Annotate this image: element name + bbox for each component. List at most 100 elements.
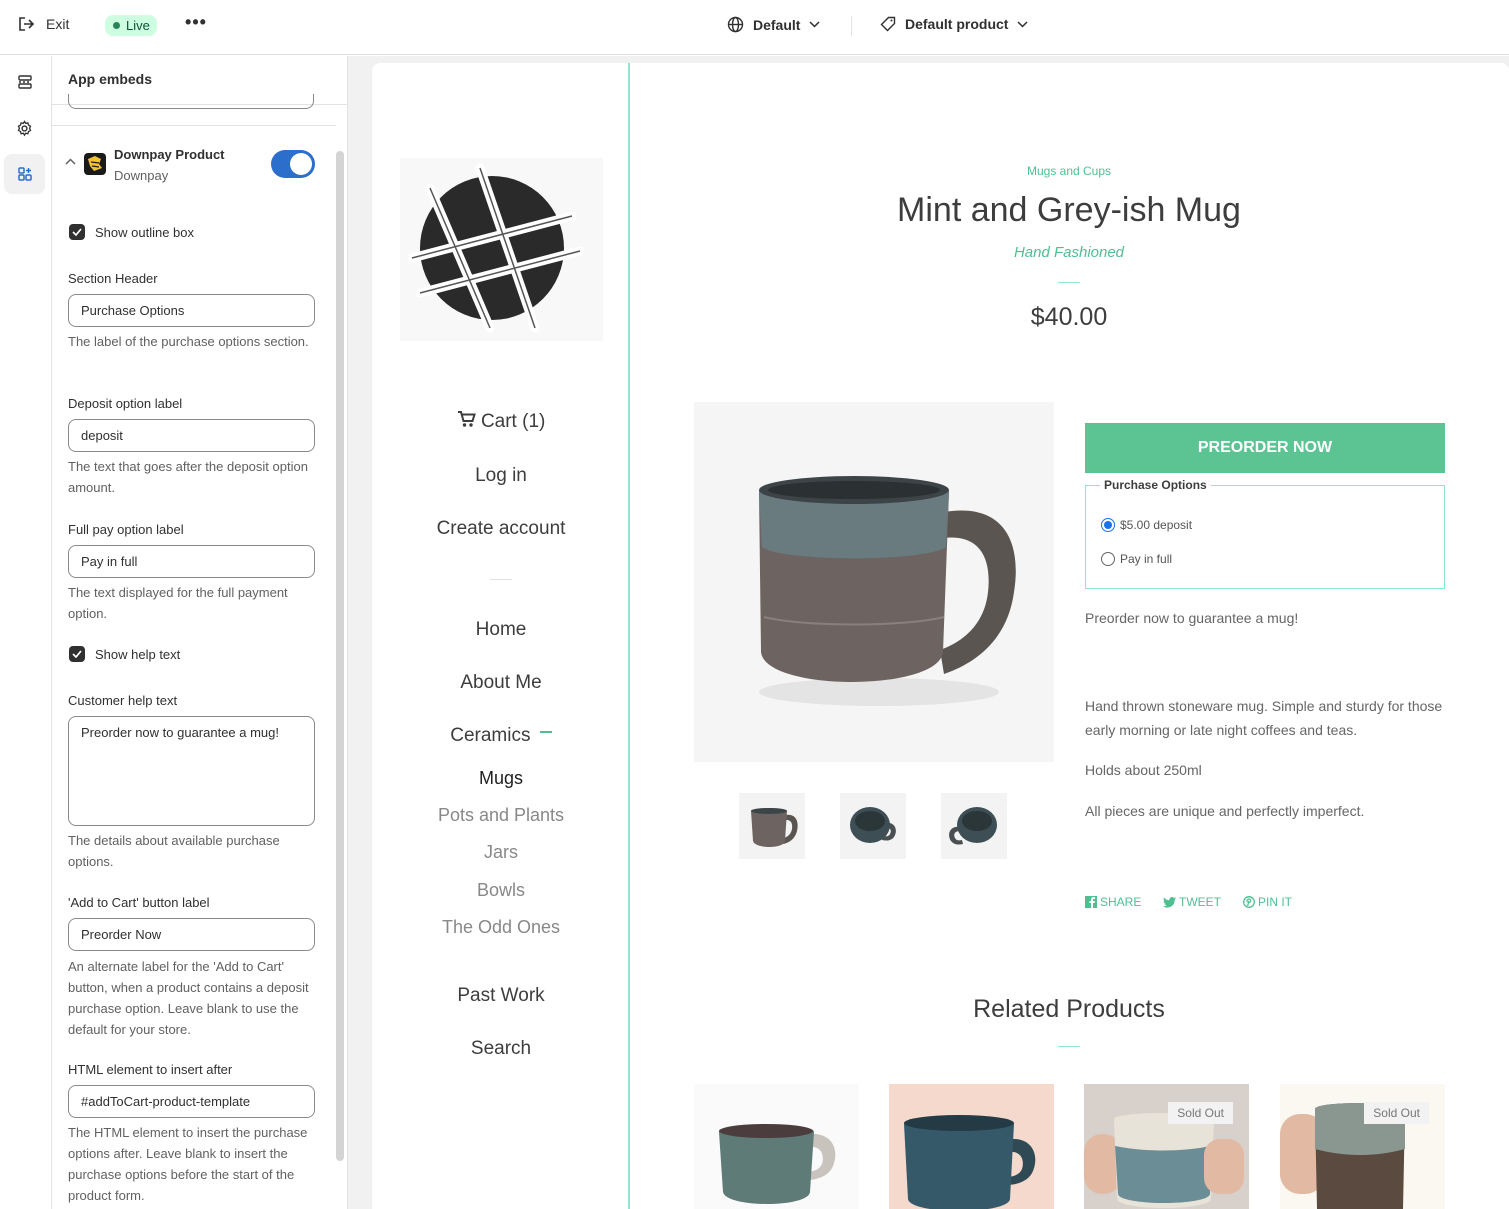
app-enabled-toggle[interactable] <box>271 150 315 178</box>
show-help-label: Show help text <box>95 647 181 662</box>
checkmark-icon <box>72 228 82 236</box>
twitter-icon <box>1163 896 1176 908</box>
storefront-preview: Cart (1) Log in Create account Home Abou… <box>372 63 1509 1209</box>
exit-button[interactable]: Exit <box>17 16 69 32</box>
section-header-help: The label of the purchase options sectio… <box>68 334 309 349</box>
html-element-input[interactable]: #addToCart-product-template <box>68 1085 315 1118</box>
add-to-cart-input[interactable]: Preorder Now <box>68 918 315 951</box>
share-facebook-link[interactable]: SHARE <box>1085 895 1141 909</box>
product-thumbnail[interactable] <box>941 793 1007 859</box>
theme-selector[interactable]: Default <box>727 16 820 33</box>
add-to-cart-label: 'Add to Cart' button label <box>68 895 210 910</box>
nav-login-link[interactable]: Log in <box>372 465 630 487</box>
pin-label: PIN IT <box>1258 895 1293 909</box>
pinterest-icon <box>1243 896 1255 908</box>
share-pinterest-link[interactable]: PIN IT <box>1243 895 1292 909</box>
sections-icon <box>17 75 32 89</box>
product-capacity: Holds about 250ml <box>1085 762 1202 778</box>
related-divider <box>1058 1046 1080 1047</box>
ceramics-label: Ceramics <box>450 725 531 746</box>
app-vendor: Downpay <box>114 168 169 183</box>
nav-create-account-link[interactable]: Create account <box>372 518 630 540</box>
nav-bowls-link[interactable]: Bowls <box>372 880 630 901</box>
related-product-card[interactable] <box>694 1084 859 1209</box>
globe-icon <box>727 16 744 33</box>
nav-cart-link[interactable]: Cart (1) <box>372 411 630 433</box>
section-header-input[interactable]: Purchase Options <box>68 294 315 327</box>
nav-ceramics-link[interactable]: Ceramics <box>372 725 630 747</box>
top-bar: Exit Live ••• Default Default product <box>0 0 1509 55</box>
related-product-card[interactable]: Sold Out <box>1280 1084 1445 1209</box>
product-thumbnail[interactable] <box>840 793 906 859</box>
exit-label: Exit <box>46 16 70 32</box>
preorder-button[interactable]: PREORDER NOW <box>1085 423 1445 473</box>
deposit-option-help: The text that goes after the deposit opt… <box>68 459 308 495</box>
section-header-label: Section Header <box>68 271 158 286</box>
add-to-cart-help: An alternate label for the 'Add to Cart'… <box>68 959 309 1037</box>
store-logo[interactable] <box>400 158 603 341</box>
more-actions-button[interactable]: ••• <box>184 12 208 38</box>
full-pay-option-text: Pay in full <box>1120 552 1173 566</box>
nav-past-work-link[interactable]: Past Work <box>372 985 630 1007</box>
exit-icon <box>19 17 35 31</box>
previous-field-input[interactable] <box>68 94 314 109</box>
show-outline-label: Show outline box <box>95 225 195 240</box>
status-badge: Live <box>105 15 157 36</box>
editor-icon-rail <box>0 56 52 1209</box>
template-selector[interactable]: Default product <box>880 16 1028 32</box>
deposit-option-label: Deposit option label <box>68 396 183 411</box>
full-pay-option-radio[interactable]: Pay in full <box>1101 552 1172 566</box>
share-twitter-link[interactable]: TWEET <box>1163 895 1221 909</box>
deposit-option-input[interactable]: deposit <box>68 419 315 452</box>
panel-scrollbar[interactable] <box>336 151 344 1161</box>
store-sidebar: Cart (1) Log in Create account Home Abou… <box>372 63 630 1209</box>
product-main-image[interactable] <box>694 402 1054 762</box>
collapse-minus-icon[interactable] <box>539 731 552 733</box>
nav-divider <box>490 579 512 580</box>
nav-about-link[interactable]: About Me <box>372 672 630 694</box>
nav-mugs-link[interactable]: Mugs <box>372 768 630 789</box>
tag-icon <box>880 16 896 32</box>
cart-label: Cart (1) <box>480 411 546 432</box>
product-vendor: Hand Fashioned <box>1013 244 1125 261</box>
show-outline-checkbox[interactable] <box>69 224 85 240</box>
live-dot-icon <box>113 22 120 29</box>
customer-help-text: Preorder now to guarantee a mug! <box>1085 610 1299 626</box>
nav-home-link[interactable]: Home <box>372 619 630 641</box>
radio-unselected-icon <box>1101 552 1115 566</box>
deposit-option-text: $5.00 deposit <box>1120 518 1193 532</box>
sold-out-badge: Sold Out <box>1168 1102 1233 1124</box>
template-selector-label: Default product <box>905 16 1009 32</box>
app-embeds-button[interactable] <box>4 154 45 194</box>
nav-search-link[interactable]: Search <box>372 1038 630 1060</box>
facebook-icon <box>1085 896 1097 908</box>
html-element-help: The HTML element to insert the purchase … <box>68 1125 308 1203</box>
nav-jars-link[interactable]: Jars <box>372 842 630 863</box>
sections-button[interactable] <box>4 62 45 102</box>
customer-help-help: The details about available purchase opt… <box>68 833 280 869</box>
product-title: Mint and Grey-ish Mug <box>897 191 1241 229</box>
collection-link[interactable]: Mugs and Cups <box>694 164 1444 178</box>
theme-settings-button[interactable] <box>4 108 45 148</box>
chevron-down-icon <box>1017 20 1028 28</box>
full-pay-option-input[interactable]: Pay in full <box>68 545 315 578</box>
chevron-down-icon <box>809 21 820 28</box>
purchase-options-legend: Purchase Options <box>1100 478 1211 492</box>
customer-help-textarea[interactable]: Preorder now to guarantee a mug! <box>68 716 315 826</box>
related-products-title: Related Products <box>973 995 1165 1023</box>
related-product-card[interactable] <box>889 1084 1054 1209</box>
title-divider <box>1058 282 1080 283</box>
deposit-option-radio[interactable]: $5.00 deposit <box>1101 518 1192 532</box>
selector-divider <box>851 16 852 36</box>
nav-pots-link[interactable]: Pots and Plants <box>372 805 630 826</box>
related-product-card[interactable]: Sold Out <box>1084 1084 1249 1209</box>
product-note: All pieces are unique and perfectly impe… <box>1085 803 1365 819</box>
toggle-knob <box>290 153 312 175</box>
nav-odd-ones-link[interactable]: The Odd Ones <box>372 917 630 938</box>
app-name: Downpay Product <box>114 147 225 162</box>
product-thumbnail[interactable] <box>739 793 805 859</box>
show-help-checkbox[interactable] <box>69 646 85 662</box>
cart-icon <box>457 411 476 427</box>
purchase-options-box: Purchase Options $5.00 deposit Pay in fu… <box>1085 478 1445 589</box>
chevron-up-icon[interactable] <box>65 158 76 165</box>
